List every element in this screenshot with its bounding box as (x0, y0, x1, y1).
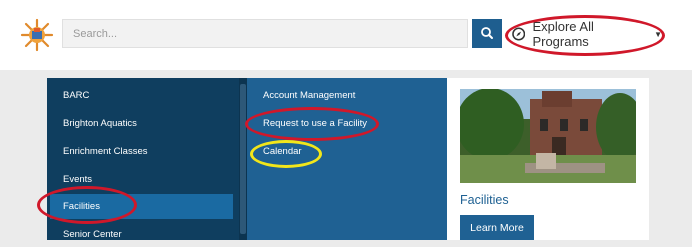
menu-item-label: BARC (63, 90, 90, 101)
submenu-request-facility[interactable]: Request to use a Facility (263, 118, 367, 129)
explore-programs-dropdown[interactable]: Explore All Programs ▼ (512, 19, 662, 49)
menu-item-facilities[interactable]: Facilities (50, 194, 233, 219)
submenu-account-management[interactable]: Account Management (263, 90, 355, 101)
menu-item-label: Senior Center (63, 229, 122, 240)
menu-item-label: Events (63, 174, 93, 185)
facility-photo[interactable] (460, 89, 636, 183)
chevron-down-icon: ▼ (654, 29, 662, 39)
scrollbar-thumb[interactable] (240, 84, 246, 234)
menu-item-events[interactable]: Events (47, 167, 235, 192)
menu-item-label: Enrichment Classes (63, 146, 148, 157)
search-button[interactable] (472, 19, 502, 48)
menu-item-label: Brighton Aquatics (63, 118, 137, 129)
facilities-link[interactable]: Facilities (460, 193, 509, 207)
search-input[interactable] (63, 20, 467, 47)
learn-more-button[interactable]: Learn More (460, 215, 534, 240)
compass-icon (512, 27, 526, 41)
submenu-calendar[interactable]: Calendar (263, 146, 302, 157)
search-icon (481, 27, 493, 39)
explore-programs-label: Explore All Programs (532, 19, 594, 49)
menu-item-senior-center[interactable]: Senior Center (47, 222, 235, 247)
menu-item-brighton-aquatics[interactable]: Brighton Aquatics (47, 111, 235, 136)
top-bar: Explore All Programs ▼ (0, 0, 692, 70)
logo-icon[interactable] (20, 18, 54, 52)
search-box (62, 19, 468, 48)
facilities-submenu: Account Management Request to use a Faci… (247, 78, 447, 240)
menu-item-label: Facilities (63, 201, 100, 212)
menu-item-barc[interactable]: BARC (47, 83, 235, 108)
facilities-feature: Facilities Learn More (447, 78, 649, 240)
category-scrollbar[interactable] (239, 78, 247, 240)
menu-item-enrichment-classes[interactable]: Enrichment Classes (47, 139, 235, 164)
category-menu: BARC Brighton Aquatics Enrichment Classe… (47, 78, 239, 240)
